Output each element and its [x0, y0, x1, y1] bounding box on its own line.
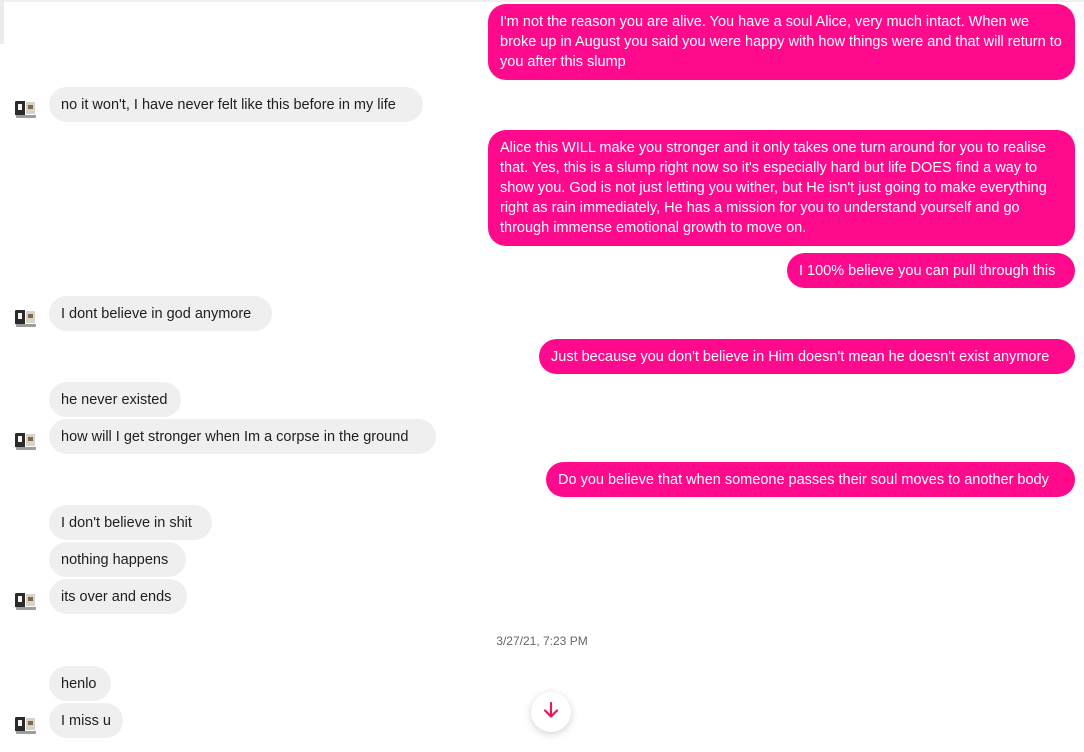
message-incoming[interactable]: its over and ends — [49, 579, 187, 614]
contact-avatar-icon[interactable] — [13, 305, 39, 331]
message-text: how will I get stronger when Im a corpse… — [61, 429, 409, 445]
message-text: I'm not the reason you are alive. You ha… — [500, 14, 1062, 70]
message-outgoing[interactable]: I'm not the reason you are alive. You ha… — [488, 4, 1075, 80]
scroll-to-bottom-button[interactable] — [531, 692, 571, 732]
message-outgoing[interactable]: Do you believe that when someone passes … — [546, 462, 1075, 497]
message-incoming[interactable]: henlo — [49, 666, 111, 701]
message-text: Alice this WILL make you stronger and it… — [500, 140, 1047, 236]
top-edge — [0, 0, 1084, 2]
message-text: henlo — [61, 676, 97, 692]
message-incoming[interactable]: no it won't, I have never felt like this… — [49, 87, 423, 122]
contact-avatar-icon[interactable] — [13, 428, 39, 454]
message-text: Just because you don't believe in Him do… — [551, 349, 1050, 365]
message-text: I miss u — [61, 713, 111, 729]
message-text: no it won't, I have never felt like this… — [61, 97, 396, 113]
message-text: nothing happens — [61, 552, 169, 568]
message-text: I don't believe in shit — [61, 515, 192, 531]
message-outgoing[interactable]: Alice this WILL make you stronger and it… — [488, 130, 1075, 246]
contact-avatar-icon[interactable] — [13, 712, 39, 738]
contact-avatar-icon[interactable] — [13, 96, 39, 122]
message-incoming[interactable]: nothing happens — [49, 542, 186, 577]
message-text: Do you believe that when someone passes … — [558, 472, 1049, 488]
message-incoming[interactable]: I don't believe in shit — [49, 505, 212, 540]
message-text: I 100% believe you can pull through this — [799, 263, 1056, 279]
message-incoming[interactable]: I miss u — [49, 703, 123, 738]
message-incoming[interactable]: I dont believe in god anymore — [49, 296, 272, 331]
message-outgoing[interactable]: Just because you don't believe in Him do… — [539, 339, 1075, 374]
message-text: he never existed — [61, 392, 168, 408]
left-edge — [0, 0, 4, 44]
conversation-timestamp: 3/27/21, 7:23 PM — [496, 634, 588, 648]
message-text: its over and ends — [61, 589, 172, 605]
message-incoming[interactable]: how will I get stronger when Im a corpse… — [49, 419, 436, 454]
message-text: I dont believe in god anymore — [61, 306, 252, 322]
message-incoming[interactable]: he never existed — [49, 382, 181, 417]
message-outgoing[interactable]: I 100% believe you can pull through this — [787, 253, 1075, 288]
arrow-down-icon — [542, 701, 560, 724]
contact-avatar-icon[interactable] — [13, 588, 39, 614]
